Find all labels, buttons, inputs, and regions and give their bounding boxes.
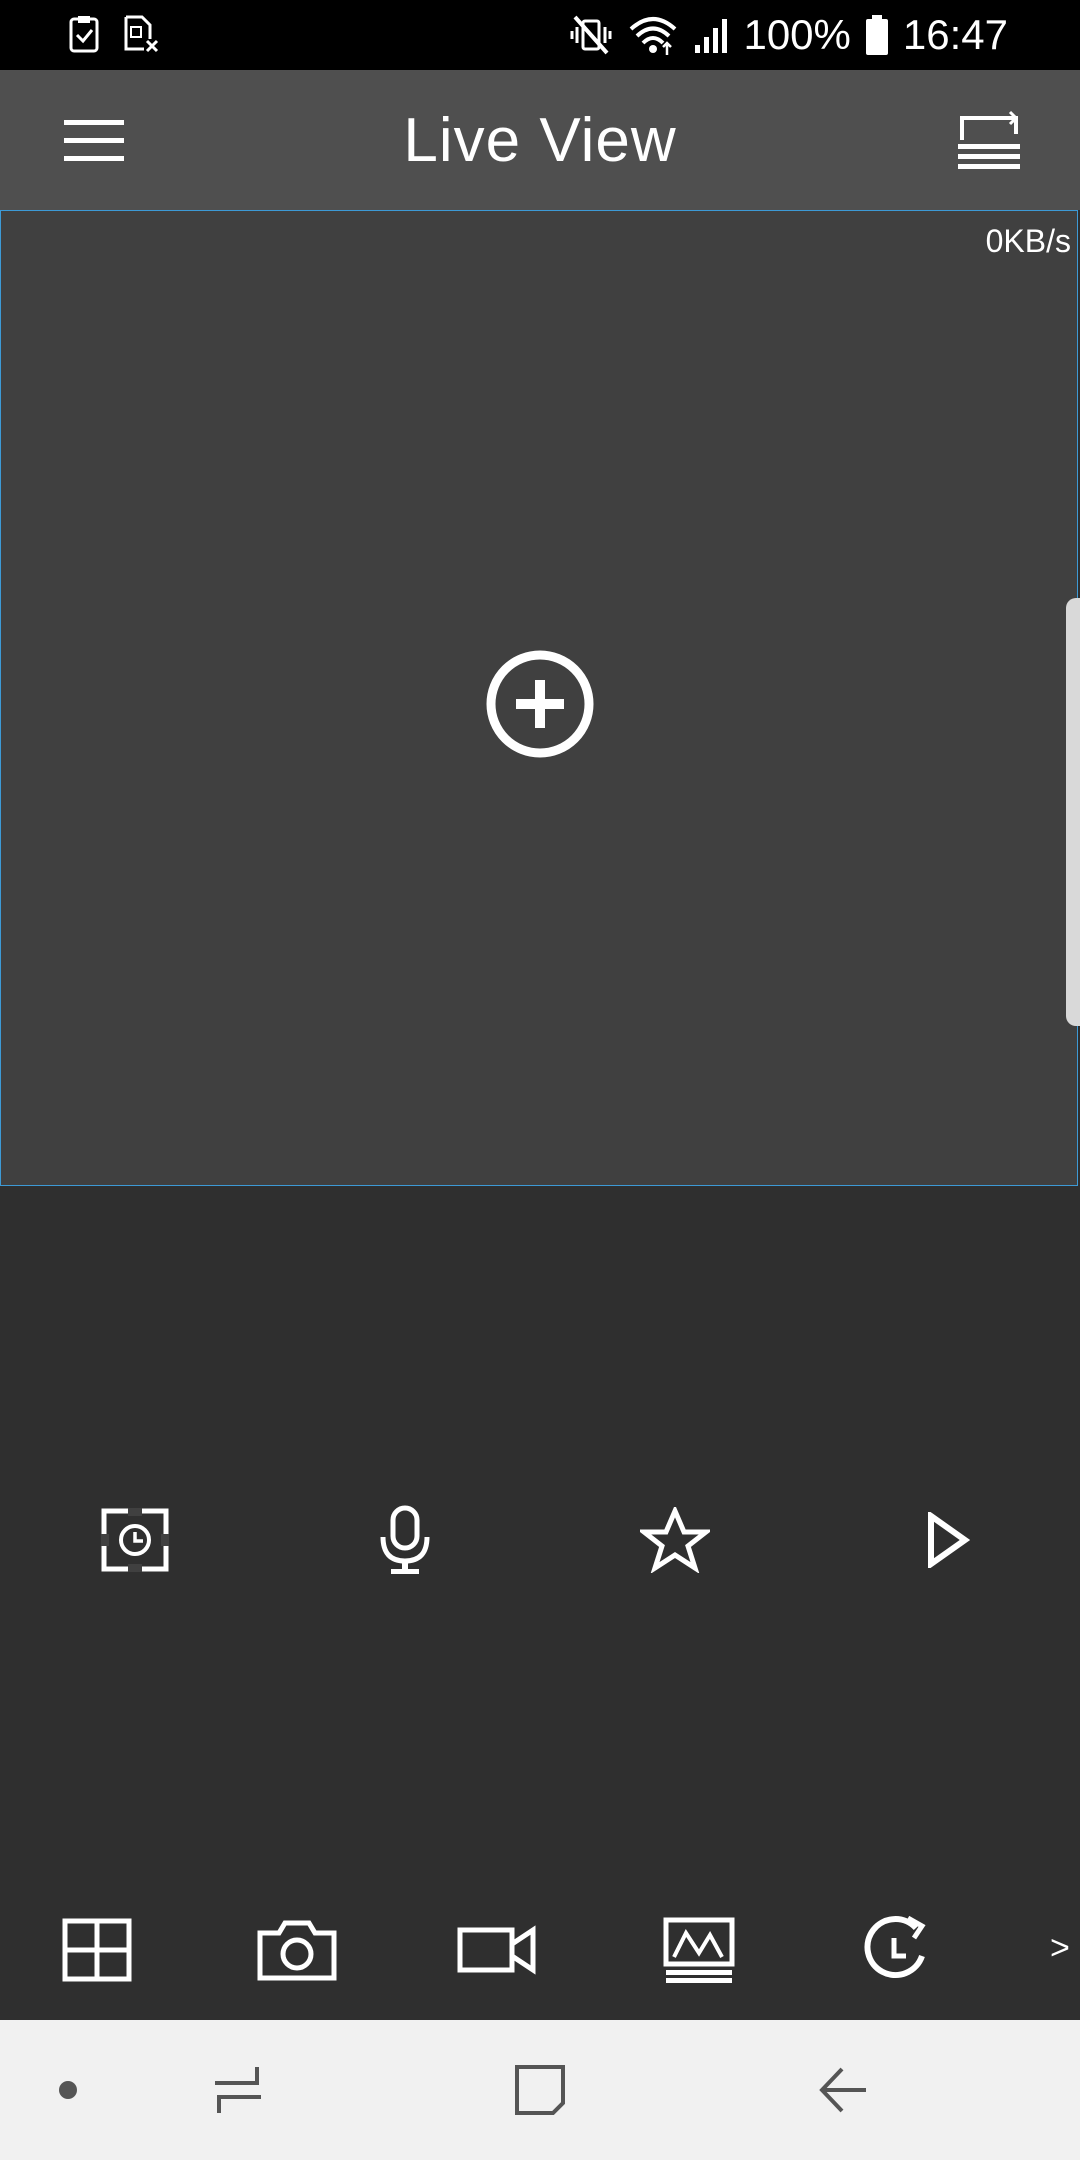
wifi-icon xyxy=(627,13,679,57)
control-row xyxy=(0,1500,1080,1580)
camera-icon xyxy=(257,1920,337,1981)
vibrate-mute-icon xyxy=(569,13,613,57)
status-bar: 100% 16:47 xyxy=(0,0,1080,70)
signal-icon xyxy=(693,15,729,55)
record-video-button[interactable] xyxy=(455,1910,539,1990)
nav-dot-button[interactable] xyxy=(38,2060,98,2120)
record-schedule-button[interactable] xyxy=(95,1500,175,1580)
recent-apps-button[interactable] xyxy=(208,2060,268,2120)
star-icon xyxy=(640,1507,710,1573)
nav-bar xyxy=(0,2020,1080,2160)
status-left-icons xyxy=(68,14,160,54)
bitrate-label: 0KB/s xyxy=(985,223,1071,259)
home-icon xyxy=(515,2065,565,2115)
live-view-pane[interactable]: 0KB/s xyxy=(0,210,1078,1186)
back-icon xyxy=(819,2067,866,2113)
grid-layout-button[interactable] xyxy=(55,1910,139,1990)
microphone-icon xyxy=(380,1505,430,1574)
add-circle-icon xyxy=(486,650,594,758)
snapshot-button[interactable] xyxy=(255,1910,339,1990)
status-right: 100% 16:47 xyxy=(569,10,1008,60)
home-button[interactable] xyxy=(510,2060,570,2120)
app-bar: Live View xyxy=(0,70,1080,210)
image-quality-button[interactable] xyxy=(657,1910,741,1990)
playback-icon xyxy=(864,1915,926,1979)
clipboard-check-icon xyxy=(68,14,100,54)
grid-layout-icon xyxy=(62,1918,132,1982)
playback-button[interactable] xyxy=(855,1910,939,1990)
image-quality-icon xyxy=(663,1917,735,1983)
back-button[interactable] xyxy=(813,2060,873,2120)
sim-card-off-icon xyxy=(122,14,160,54)
bottom-toolbar: > xyxy=(0,1910,1080,1990)
favorite-button[interactable] xyxy=(635,1500,715,1580)
toolbar-more-button[interactable]: > xyxy=(1050,1928,1070,1968)
window-layout-button[interactable] xyxy=(954,110,1024,172)
window-layout-icon xyxy=(958,110,1020,169)
dot-icon xyxy=(59,2081,77,2099)
video-camera-icon xyxy=(457,1925,536,1975)
battery-text: 100% xyxy=(743,11,851,58)
play-button[interactable] xyxy=(908,1500,988,1580)
add-camera-button[interactable] xyxy=(484,648,596,760)
battery-icon xyxy=(865,14,889,56)
page-title: Live View xyxy=(403,106,677,175)
play-icon xyxy=(928,1512,970,1568)
microphone-button[interactable] xyxy=(365,1500,445,1580)
side-drawer-handle[interactable] xyxy=(1066,598,1080,1026)
record-schedule-icon xyxy=(101,1508,169,1572)
recent-apps-icon xyxy=(215,2067,261,2113)
screen: 100% 16:47 Live View 0KB/s > xyxy=(0,0,1080,2160)
clock: 16:47 xyxy=(902,11,1008,58)
